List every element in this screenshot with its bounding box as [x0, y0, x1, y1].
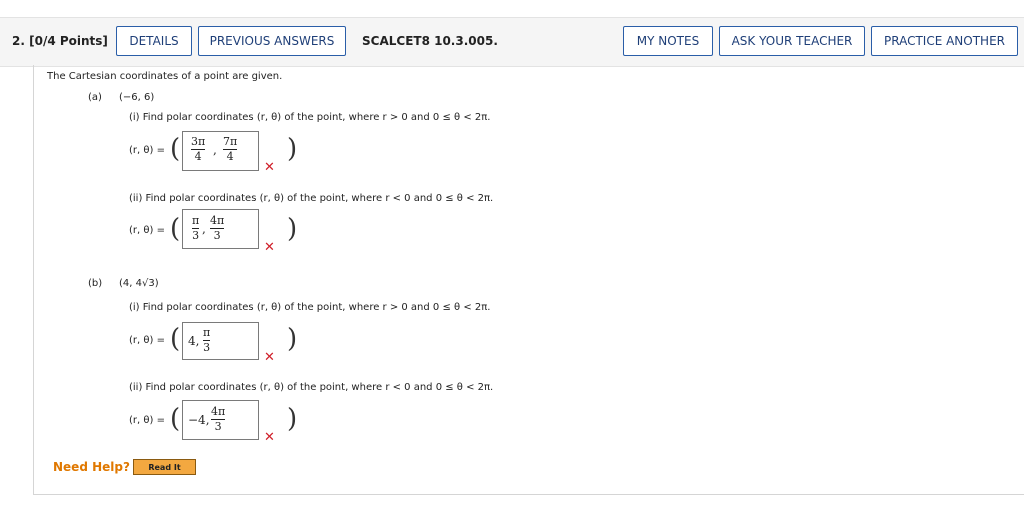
- open-paren: (: [170, 324, 181, 354]
- details-button[interactable]: DETAILS: [116, 26, 192, 56]
- part-b-question-i: (i) Find polar coordinates (r, θ) of the…: [129, 302, 491, 313]
- incorrect-icon: ✕: [264, 240, 275, 255]
- fraction: 4π 3: [210, 214, 225, 242]
- part-b-ii-answer-field[interactable]: −4, 4π 3: [182, 400, 259, 440]
- part-a-ii-lhs: (r, θ) =: [129, 225, 165, 236]
- answer-value: 4,: [188, 334, 200, 348]
- incorrect-icon: ✕: [264, 160, 275, 175]
- part-b-label: (b): [88, 278, 103, 289]
- previous-answers-button[interactable]: PREVIOUS ANSWERS: [198, 26, 346, 56]
- part-a-i-lhs: (r, θ) =: [129, 145, 165, 156]
- close-paren: ): [287, 324, 298, 354]
- need-help-label: Need Help?: [53, 460, 130, 474]
- incorrect-icon: ✕: [264, 350, 275, 365]
- fraction: π3: [192, 214, 200, 242]
- ask-your-teacher-button[interactable]: ASK YOUR TEACHER: [719, 26, 865, 56]
- problem-intro: The Cartesian coordinates of a point are…: [47, 71, 283, 82]
- points-badge: [0/4 Points]: [29, 34, 108, 48]
- open-paren: (: [170, 134, 181, 164]
- part-a-point: (−6, 6): [119, 92, 155, 103]
- part-a-i-answer-field[interactable]: 3π 4 , 7π 4: [182, 131, 259, 171]
- problem-code: SCALCET8 10.3.005.: [362, 34, 498, 48]
- close-paren: ): [287, 134, 298, 164]
- part-a-label: (a): [88, 92, 102, 103]
- fraction: 3π 4: [191, 135, 206, 163]
- part-b-question-ii: (ii) Find polar coordinates (r, θ) of th…: [129, 382, 494, 393]
- part-a-question-i: (i) Find polar coordinates (r, θ) of the…: [129, 112, 491, 123]
- incorrect-icon: ✕: [264, 430, 275, 445]
- close-paren: ): [287, 404, 298, 434]
- question-number: 2.: [12, 34, 25, 48]
- open-paren: (: [170, 214, 181, 244]
- read-it-button[interactable]: Read It: [133, 459, 196, 475]
- fraction: 7π 4: [223, 135, 238, 163]
- question-header: 2. [0/4 Points] DETAILS PREVIOUS ANSWERS…: [0, 17, 1024, 67]
- fraction: 4π 3: [211, 405, 226, 433]
- part-b-i-lhs: (r, θ) =: [129, 335, 165, 346]
- part-a-question-ii: (ii) Find polar coordinates (r, θ) of th…: [129, 193, 494, 204]
- open-paren: (: [170, 404, 181, 434]
- part-b-i-answer-field[interactable]: 4, π3: [182, 322, 259, 360]
- practice-another-button[interactable]: PRACTICE ANOTHER: [871, 26, 1018, 56]
- part-a-ii-answer-field[interactable]: π3 , 4π 3: [182, 209, 259, 249]
- my-notes-button[interactable]: MY NOTES: [623, 26, 713, 56]
- close-paren: ): [287, 214, 298, 244]
- part-b-point: (4, 4√3): [119, 278, 159, 289]
- fraction: π3: [203, 326, 211, 354]
- part-b-ii-lhs: (r, θ) =: [129, 415, 165, 426]
- answer-value: −4,: [188, 413, 210, 427]
- question-title: 2. [0/4 Points]: [12, 34, 108, 48]
